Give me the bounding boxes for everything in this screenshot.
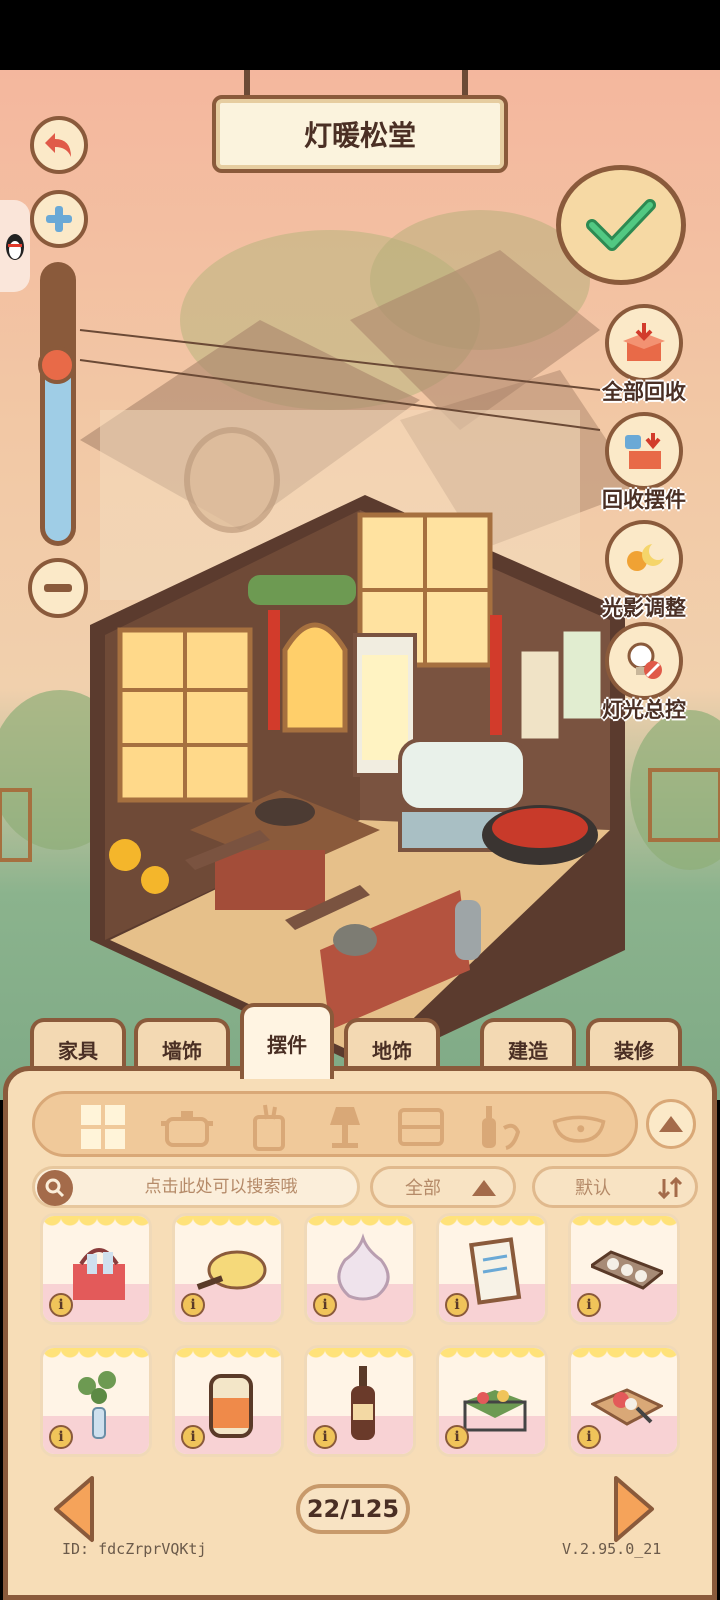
egg-tray-item[interactable]: i [568,1213,680,1325]
recycle-decor-button[interactable]: 回收摆件 [596,412,692,514]
info-icon[interactable]: i [49,1425,73,1449]
undo-button[interactable] [30,116,88,174]
clipboard-item[interactable]: i [436,1213,548,1325]
box-recycle-icon [605,304,683,382]
confirm-button[interactable] [556,165,686,285]
prev-page-button[interactable] [52,1474,96,1544]
search-row: 点击此处可以搜索哦 全部 默认 [32,1166,702,1208]
info-icon[interactable]: i [445,1425,469,1449]
room-title: 灯暖松堂 [303,119,416,152]
zoom-slider-thumb[interactable] [38,346,76,384]
box-icon[interactable] [393,1102,449,1152]
cup-recycle-icon [605,412,683,490]
sort-dropdown[interactable]: 默认 [532,1166,698,1208]
checkmark-icon [586,199,656,251]
plant-vase-item[interactable]: i [40,1345,152,1457]
recycle-all-label: 全部回收 [602,380,686,404]
qq-floating-tab[interactable] [0,200,30,292]
version-label: V.2.95.0_21 [562,1540,662,1558]
zoom-in-button[interactable] [30,190,88,248]
undo-arrow-icon [45,133,71,157]
info-icon[interactable]: i [577,1425,601,1449]
search-icon [37,1170,73,1206]
info-icon[interactable]: i [181,1293,205,1317]
player-id: ID: fdcZrprVQKtj [62,1540,207,1558]
info-icon[interactable]: i [313,1293,337,1317]
bottle-item[interactable]: i [304,1345,416,1457]
plus-icon [46,206,72,232]
info-icon[interactable]: i [445,1293,469,1317]
category-filter-dropdown[interactable]: 全部 [370,1166,516,1208]
sort-label: 默认 [575,1178,611,1199]
info-icon[interactable]: i [49,1293,73,1317]
sun-moon-icon [605,520,683,598]
info-icon[interactable]: i [181,1425,205,1449]
light-shadow-label: 光影调整 [602,596,686,620]
triangle-up-icon [472,1180,496,1196]
minus-icon [44,584,72,592]
page-indicator: 22/125 [296,1484,410,1534]
cutting-board-item[interactable]: i [568,1345,680,1457]
penguin-icon [6,234,24,260]
search-input[interactable]: 点击此处可以搜索哦 [32,1166,360,1208]
bottle-icon[interactable] [471,1102,527,1152]
subcategory-bar [32,1091,638,1157]
info-icon[interactable]: i [313,1425,337,1449]
pan-item[interactable]: i [172,1213,284,1325]
light-master-button[interactable]: 灯光总控 [596,622,692,724]
pot-icon[interactable] [159,1102,215,1152]
status-bar [0,0,720,70]
vegetable-basket-item[interactable]: i [436,1345,548,1457]
jar-item[interactable]: i [172,1345,284,1457]
info-icon[interactable]: i [577,1293,601,1317]
triangle-up-icon [659,1116,683,1132]
grid-all-icon[interactable] [75,1102,131,1152]
recycle-all-button[interactable]: 全部回收 [596,304,692,406]
search-placeholder: 点击此处可以搜索哦 [144,1177,298,1197]
cup-icon[interactable] [241,1102,297,1152]
tab-ornaments[interactable]: 摆件 [240,1003,334,1079]
room-title-plaque: 灯暖松堂 [212,95,508,173]
next-page-button[interactable] [612,1474,656,1544]
recycle-decor-label: 回收摆件 [602,488,686,512]
lamp-icon[interactable] [317,1102,373,1152]
category-filter-label: 全部 [405,1178,441,1199]
light-master-label: 灯光总控 [602,698,686,722]
bowl-icon[interactable] [551,1102,607,1152]
sort-arrows-icon [657,1176,683,1200]
zoom-out-button[interactable] [28,558,88,618]
light-shadow-button[interactable]: 光影调整 [596,520,692,622]
zoom-slider[interactable] [40,262,76,546]
bulb-off-icon [605,622,683,700]
collapse-panel-button[interactable] [646,1099,696,1149]
basket-bottles-item[interactable]: i [40,1213,152,1325]
garlic-item[interactable]: i [304,1213,416,1325]
